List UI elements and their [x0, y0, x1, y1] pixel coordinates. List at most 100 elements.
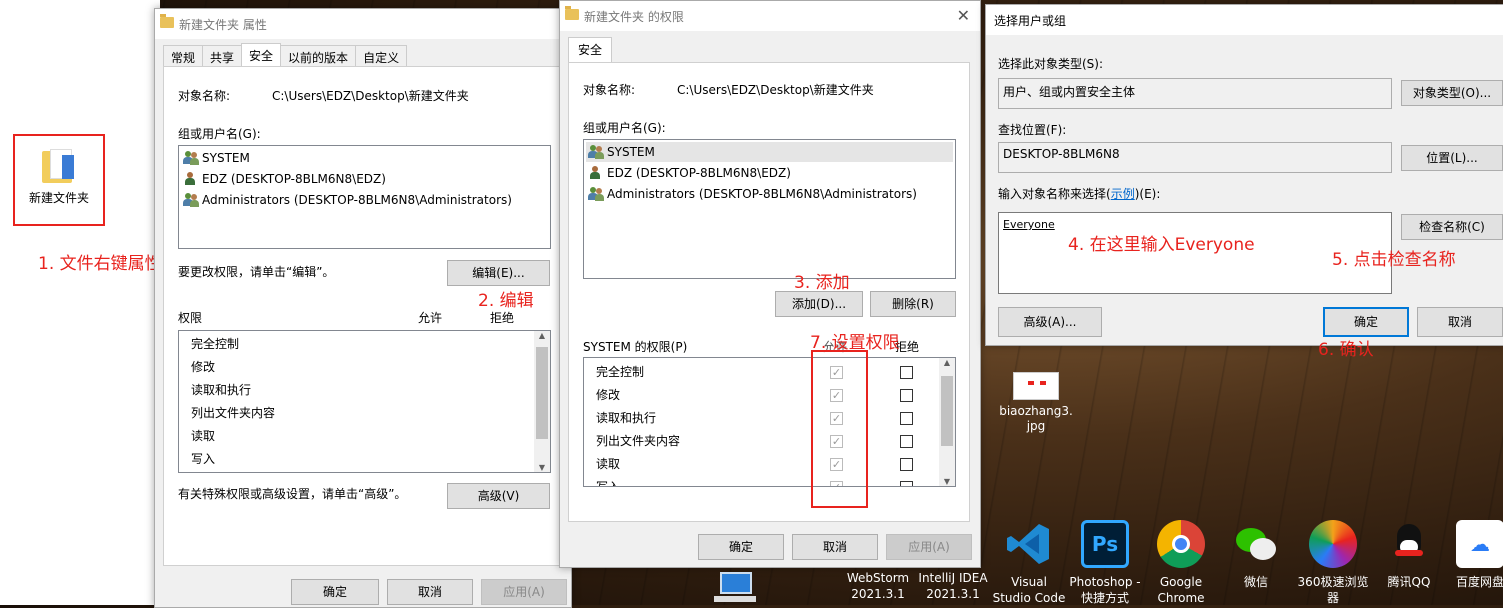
deny-header: 拒绝	[490, 311, 515, 325]
permissions-window: 新建文件夹 的权限 ✕ 安全 对象名称: C:\Users\EDZ\Deskto…	[559, 0, 981, 568]
perm-row: 列出文件夹内容	[596, 434, 681, 448]
photoshop-shortcut[interactable]: Ps Photoshop - 快捷方式	[1066, 520, 1144, 606]
user-label: Administrators (DESKTOP-8BLM6N8\Administ…	[202, 193, 512, 207]
webstorm-shortcut[interactable]: WebStorm 2021.3.1	[845, 570, 911, 602]
user-item-system[interactable]: SYSTEM	[586, 142, 953, 162]
vscode-label: Visual Studio Code	[992, 575, 1066, 605]
change-hint: 要更改权限，请单击“编辑”。	[178, 265, 335, 279]
deny-checkbox[interactable]	[900, 366, 913, 379]
deny-checkbox[interactable]	[900, 389, 913, 402]
location-field: DESKTOP-8BLM6N8	[998, 142, 1392, 173]
select-users-title: 选择用户或组	[994, 14, 1067, 28]
object-types-button[interactable]: 对象类型(O)...	[1401, 80, 1503, 106]
advanced-button[interactable]: 高级(V)	[447, 483, 550, 509]
properties-titlebar: 新建文件夹 属性	[155, 9, 571, 39]
annotation-box-permissions	[811, 350, 868, 508]
user-icon	[588, 166, 604, 180]
perm-scrollbar[interactable]: ▲ ▼	[939, 358, 955, 486]
qq-icon	[1385, 520, 1433, 568]
user-item-system[interactable]: SYSTEM	[183, 148, 250, 168]
wechat-shortcut[interactable]: 微信	[1226, 520, 1286, 590]
perm-row: 修改	[596, 388, 621, 402]
vscode-icon	[1005, 520, 1053, 568]
close-icon[interactable]: ✕	[957, 6, 970, 25]
perm-row: 写入	[191, 452, 216, 466]
ok-button[interactable]: 确定	[291, 579, 379, 605]
object-names-value: Everyone	[1003, 218, 1055, 231]
computer-icon[interactable]	[712, 570, 758, 604]
check-names-button[interactable]: 检查名称(C)	[1401, 214, 1503, 240]
perm-row: 列出文件夹内容	[191, 406, 276, 420]
webstorm-label: WebStorm 2021.3.1	[846, 571, 910, 601]
qq-shortcut[interactable]: 腾讯QQ	[1378, 520, 1440, 590]
edit-button[interactable]: 编辑(E)...	[447, 260, 550, 286]
ok-button[interactable]: 确定	[698, 534, 784, 560]
user-list: SYSTEM EDZ (DESKTOP-8BLM6N8\EDZ) Adminis…	[583, 139, 956, 279]
annotation-5: 5. 点击检查名称	[1332, 250, 1456, 270]
cancel-button[interactable]: 取消	[387, 579, 473, 605]
scroll-down-icon[interactable]: ▼	[939, 477, 955, 486]
idea-label: IntelliJ IDEA 2021.3.1	[918, 571, 988, 601]
group-label: 组或用户名(G):	[583, 121, 666, 135]
deny-checkbox[interactable]	[900, 481, 913, 486]
user-item-edz[interactable]: EDZ (DESKTOP-8BLM6N8\EDZ)	[183, 169, 386, 189]
add-button[interactable]: 添加(D)...	[775, 291, 863, 317]
360-browser-shortcut[interactable]: 360极速浏览器	[1296, 520, 1370, 606]
annotation-box-folder	[13, 134, 105, 226]
360-browser-icon	[1309, 520, 1357, 568]
perm-scrollbar[interactable]: ▲ ▼	[534, 331, 550, 472]
deny-checkbox[interactable]	[900, 458, 913, 471]
chrome-shortcut[interactable]: Google Chrome	[1150, 520, 1212, 606]
permission-list: 完全控制 修改 读取和执行 列出文件夹内容 读取 写入 ▲ ▼	[178, 330, 551, 473]
baidu-netdisk-shortcut[interactable]: ☁ 百度网盘	[1452, 520, 1503, 590]
examples-link[interactable]: 示例	[1111, 187, 1135, 201]
user-item-administrators[interactable]: Administrators (DESKTOP-8BLM6N8\Administ…	[183, 190, 512, 210]
perm-row: 完全控制	[191, 337, 240, 351]
perm-row: 读取和执行	[191, 383, 252, 397]
user-item-edz[interactable]: EDZ (DESKTOP-8BLM6N8\EDZ)	[588, 163, 791, 183]
object-name-label: 对象名称:	[583, 83, 636, 97]
annotation-1: 1. 文件右键属性	[38, 254, 162, 274]
wechat-label: 微信	[1243, 575, 1268, 589]
enter-names-label: 输入对象名称来选择(示例)(E):	[998, 187, 1161, 201]
folder-mini-icon	[565, 6, 579, 20]
user-label: Administrators (DESKTOP-8BLM6N8\Administ…	[607, 187, 917, 201]
scroll-thumb[interactable]	[941, 376, 953, 446]
scroll-up-icon[interactable]: ▲	[534, 331, 550, 340]
select-users-titlebar: 选择用户或组	[986, 5, 1503, 35]
advanced-button[interactable]: 高级(A)...	[998, 307, 1102, 337]
deny-checkbox[interactable]	[900, 412, 913, 425]
jpg-label: biaozhang3.jpg	[999, 404, 1073, 433]
locations-button[interactable]: 位置(L)...	[1401, 145, 1503, 171]
scroll-down-icon[interactable]: ▼	[534, 463, 550, 472]
select-users-window: 选择用户或组 选择此对象类型(S): 用户、组或内置安全主体 对象类型(O)..…	[985, 4, 1503, 346]
desktop-jpg-file[interactable]: biaozhang3.jpg	[996, 372, 1076, 434]
annotation-4: 4. 在这里输入Everyone	[1068, 235, 1255, 255]
user-item-administrators[interactable]: Administrators (DESKTOP-8BLM6N8\Administ…	[588, 184, 917, 204]
remove-button[interactable]: 删除(R)	[870, 291, 956, 317]
qq-label: 腾讯QQ	[1387, 575, 1431, 589]
vscode-shortcut[interactable]: Visual Studio Code	[992, 520, 1066, 606]
photoshop-icon: Ps	[1081, 520, 1129, 568]
object-name-value: C:\Users\EDZ\Desktop\新建文件夹	[677, 83, 874, 97]
scroll-up-icon[interactable]: ▲	[939, 358, 955, 367]
permissions-titlebar: 新建文件夹 的权限 ✕	[560, 1, 980, 31]
deny-checkbox[interactable]	[900, 435, 913, 448]
enter-names-suffix: (E):	[1139, 187, 1161, 201]
users-icon	[183, 151, 199, 165]
idea-shortcut[interactable]: IntelliJ IDEA 2021.3.1	[918, 570, 988, 602]
tab-security[interactable]: 安全	[568, 37, 613, 63]
permission-header: SYSTEM 的权限(P)	[583, 340, 688, 354]
apply-button[interactable]: 应用(A)	[886, 534, 972, 560]
cancel-button[interactable]: 取消	[792, 534, 878, 560]
cancel-button[interactable]: 取消	[1417, 307, 1503, 337]
user-icon	[183, 172, 199, 186]
desktop-left-area	[0, 0, 160, 605]
scroll-thumb[interactable]	[536, 347, 548, 439]
apply-button[interactable]: 应用(A)	[481, 579, 567, 605]
user-label: SYSTEM	[202, 151, 250, 165]
annotation-3: 3. 添加	[794, 273, 850, 293]
perm-row: 读取	[596, 457, 621, 471]
ok-button[interactable]: 确定	[1323, 307, 1409, 337]
baidu-netdisk-label: 百度网盘	[1455, 575, 1503, 589]
